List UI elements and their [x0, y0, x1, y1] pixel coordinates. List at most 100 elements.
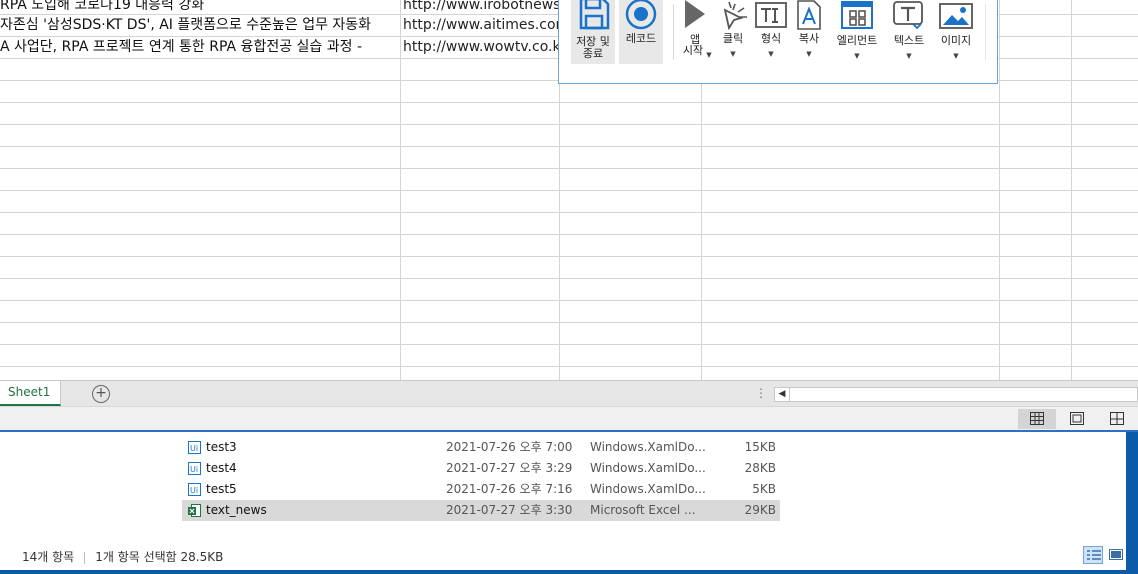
file-size: 28KB [744, 461, 776, 475]
add-sheet-button[interactable]: + [92, 385, 110, 403]
file-name: test5 [206, 482, 237, 496]
recorder-toolbar: 저장 및 종료 레코드 앱 시작 ▼ 클릭 ▼ 형식 ▼ 복사 ▼ 엘리먼트 ▼… [558, 0, 998, 84]
horizontal-scrollbar[interactable]: ◀ [774, 387, 1138, 402]
file-type: Microsoft Excel ... [590, 503, 696, 517]
scroll-left-arrow-icon[interactable]: ◀ [775, 388, 790, 401]
file-type: Windows.XamlDo... [590, 461, 706, 475]
row-line [0, 256, 1138, 257]
toolbar-divider [673, 4, 674, 60]
chevron-down-icon: ▼ [953, 52, 959, 60]
file-explorer-pane: Ui test3 2021-07-26 오후 7:00 Windows.Xaml… [0, 430, 1138, 574]
chevron-down-icon: ▼ [768, 50, 774, 58]
cell-title[interactable]: A 사업단, RPA 프로젝트 연계 통한 RPA 융합전공 실습 과정 - [0, 36, 398, 58]
image-icon [939, 3, 973, 29]
column-line [400, 0, 401, 380]
floppy-disk-icon [579, 0, 610, 30]
row-line [0, 146, 1138, 147]
text-label: 텍스트 [893, 34, 925, 47]
selection-info: 1개 항목 선택함 28.5KB [95, 550, 224, 564]
file-size: 29KB [744, 503, 776, 517]
details-view-button[interactable] [1083, 546, 1103, 564]
normal-view-icon [1030, 412, 1044, 425]
text-icon [893, 1, 923, 29]
copy-text-button[interactable]: 복사 ▼ [791, 0, 827, 64]
row-line [0, 168, 1138, 169]
normal-view-button[interactable] [1018, 409, 1056, 429]
uipath-xaml-icon: Ui [188, 441, 201, 454]
element-label: 엘리먼트 [836, 34, 878, 47]
image-button[interactable]: 이미지 ▼ [935, 0, 977, 64]
file-date: 2021-07-27 오후 3:30 [446, 503, 573, 517]
element-grid-icon [841, 1, 873, 29]
large-icons-view-button[interactable] [1106, 546, 1126, 564]
taskbar-edge [0, 570, 1138, 574]
toolbar-divider [985, 4, 986, 60]
record-icon [625, 0, 657, 30]
element-button[interactable]: 엘리먼트 ▼ [831, 0, 883, 64]
file-row[interactable]: Ui test3 2021-07-26 오후 7:00 Windows.Xaml… [182, 437, 780, 458]
click-button[interactable]: 클릭 ▼ [715, 0, 751, 64]
tab-split-handle[interactable]: ⋮ [755, 386, 767, 400]
cell-url[interactable]: http://www.wowtv.co.kr [403, 36, 558, 58]
file-type: Windows.XamlDo... [590, 440, 706, 454]
file-row-selected[interactable]: text_news 2021-07-27 오후 3:30 Microsoft E… [182, 500, 780, 521]
status-divider [84, 551, 86, 564]
row-line [0, 124, 1138, 125]
chevron-down-icon: ▼ [906, 52, 912, 60]
svg-text:Ui: Ui [190, 444, 198, 453]
text-button[interactable]: 텍스트 ▼ [889, 0, 929, 64]
excel-status-bar [0, 406, 1138, 430]
chevron-down-icon: ▼ [730, 50, 736, 58]
row-line [0, 322, 1138, 323]
large-icons-view-icon [1109, 549, 1123, 560]
column-line [999, 0, 1000, 380]
item-count: 14개 항목 [22, 550, 75, 564]
record-button[interactable]: 레코드 [619, 0, 663, 64]
row-line [0, 366, 1138, 367]
excel-file-icon [188, 504, 201, 517]
screen: RPA 도입해 코로나19 대응력 강화 http://www.irobotne… [0, 0, 1138, 574]
cell-url[interactable]: http://www.aitimes.com [403, 14, 558, 36]
page-break-view-button[interactable] [1098, 409, 1136, 429]
uipath-xaml-icon: Ui [188, 462, 201, 475]
record-label: 레코드 [625, 32, 657, 45]
file-type: Windows.XamlDo... [590, 482, 706, 496]
row-line [0, 212, 1138, 213]
column-line [1071, 0, 1072, 380]
page-break-icon [1110, 412, 1124, 425]
cell-title[interactable]: 자존심 '삼성SDS·KT DS', AI 플랫폼으로 수준높은 업무 자동화 [0, 14, 398, 36]
page-layout-view-button[interactable] [1058, 409, 1096, 429]
type-label: 형식 [760, 32, 782, 45]
app-start-button[interactable]: 앱 시작 ▼ [677, 0, 713, 64]
row-line [0, 278, 1138, 279]
chevron-down-icon: ▼ [854, 52, 860, 60]
row-line [0, 190, 1138, 191]
sheet-tab-sheet1[interactable]: Sheet1 [0, 381, 61, 406]
svg-text:Ui: Ui [190, 486, 198, 495]
file-date: 2021-07-27 오후 3:29 [446, 461, 573, 475]
svg-text:Ui: Ui [190, 465, 198, 474]
file-name: test4 [206, 461, 237, 475]
save-label-line2: 종료 [582, 47, 604, 60]
file-date: 2021-07-26 오후 7:16 [446, 482, 573, 496]
click-label: 클릭 [722, 32, 744, 45]
row-line [0, 300, 1138, 301]
row-line [0, 234, 1138, 235]
type-into-button[interactable]: 형식 ▼ [753, 0, 789, 64]
image-label: 이미지 [940, 34, 972, 47]
row-line [0, 102, 1138, 103]
window-edge [1126, 432, 1138, 574]
uipath-xaml-icon: Ui [188, 483, 201, 496]
file-date: 2021-07-26 오후 7:00 [446, 440, 573, 454]
copy-label: 복사 [798, 32, 820, 45]
file-row[interactable]: Ui test5 2021-07-26 오후 7:16 Windows.Xaml… [182, 479, 780, 500]
row-line [0, 344, 1138, 345]
copy-text-icon [797, 0, 821, 30]
file-size: 15KB [744, 440, 776, 454]
file-size: 5KB [752, 482, 776, 496]
save-and-exit-button[interactable]: 저장 및 종료 [571, 0, 615, 64]
details-view-icon [1087, 550, 1101, 560]
play-icon [685, 0, 705, 28]
file-name: text_news [206, 503, 267, 517]
file-row[interactable]: Ui test4 2021-07-27 오후 3:29 Windows.Xaml… [182, 458, 780, 479]
